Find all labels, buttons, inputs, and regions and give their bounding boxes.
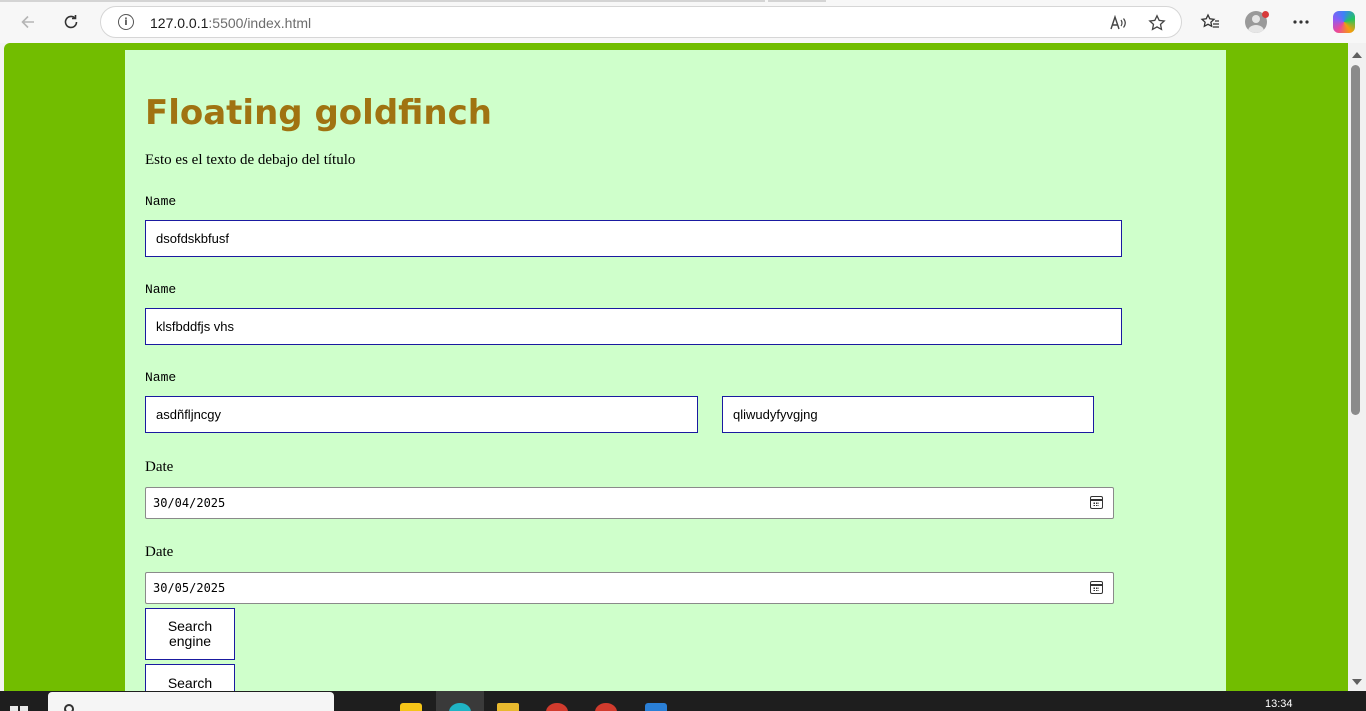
back-button[interactable] — [15, 9, 41, 35]
page-subtitle: Esto es el texto de debajo del título — [145, 152, 356, 168]
back-arrow-icon — [21, 15, 34, 29]
name-input-2[interactable]: klsfbddfjs vhs — [145, 308, 1122, 345]
calendar-icon[interactable] — [1090, 496, 1103, 509]
name-label-1: Name — [145, 194, 177, 209]
browser-toolbar: i 127.0.0.1:5500/index.html — [0, 0, 1366, 43]
more-menu-icon[interactable] — [1288, 9, 1314, 35]
date-input-2[interactable]: 30/05/2025 — [145, 572, 1114, 604]
reload-icon — [64, 15, 78, 29]
scroll-up-icon[interactable] — [1352, 52, 1362, 58]
scroll-down-icon[interactable] — [1352, 679, 1362, 685]
name-input-3-right[interactable]: qliwudyfyvgjng — [722, 396, 1094, 433]
tab-strip-line — [768, 0, 826, 2]
notification-dot — [1262, 11, 1269, 18]
site-info-icon[interactable]: i — [118, 14, 134, 30]
taskbar-app-icon[interactable] — [400, 703, 422, 711]
date-label-2: Date — [145, 544, 174, 560]
date-value-1: 30/04/2025 — [153, 496, 226, 510]
url-path: :5500/index.html — [208, 15, 312, 31]
address-bar[interactable]: i 127.0.0.1:5500/index.html — [100, 6, 1182, 38]
vscode-icon[interactable] — [645, 703, 667, 711]
tab-strip-line — [0, 0, 765, 2]
date-input-1[interactable]: 30/04/2025 — [145, 487, 1114, 519]
taskbar-app-icon[interactable] — [595, 703, 617, 711]
date-value-2: 30/05/2025 — [153, 581, 226, 595]
url-text[interactable]: 127.0.0.1:5500/index.html — [150, 15, 311, 31]
copilot-icon[interactable] — [1333, 11, 1355, 33]
page-title: Floating goldfinch — [145, 93, 492, 133]
search-icon — [64, 704, 74, 711]
taskbar-search-box[interactable] — [48, 692, 334, 711]
taskbar-clock[interactable]: 13:34 — [1265, 698, 1293, 710]
file-explorer-icon[interactable] — [497, 703, 519, 711]
taskbar-app-icon[interactable] — [546, 703, 568, 711]
date-label-1: Date — [145, 459, 174, 475]
taskbar: 13:34 — [0, 691, 1366, 711]
read-aloud-icon[interactable] — [1107, 12, 1129, 34]
calendar-icon[interactable] — [1090, 581, 1103, 594]
search-engine-button[interactable]: Search engine — [145, 608, 235, 660]
name-label-3: Name — [145, 370, 177, 385]
page-viewport: Floating goldfinch Esto es el texto de d… — [4, 43, 1348, 691]
reload-button[interactable] — [58, 9, 84, 35]
vertical-scrollbar[interactable] — [1348, 43, 1366, 691]
favorite-star-icon[interactable] — [1146, 12, 1168, 34]
windows-start-icon[interactable] — [10, 706, 28, 711]
form-container: Floating goldfinch Esto es el texto de d… — [125, 50, 1226, 691]
url-host: 127.0.0.1 — [150, 15, 209, 31]
name-input-1[interactable]: dsofdskbfusf — [145, 220, 1122, 257]
name-label-2: Name — [145, 282, 177, 297]
favorites-icon[interactable] — [1197, 9, 1223, 35]
scrollbar-thumb[interactable] — [1351, 65, 1360, 415]
name-input-3-left[interactable]: asdñfljncgy — [145, 396, 698, 433]
search-button[interactable]: Search — [145, 664, 235, 691]
